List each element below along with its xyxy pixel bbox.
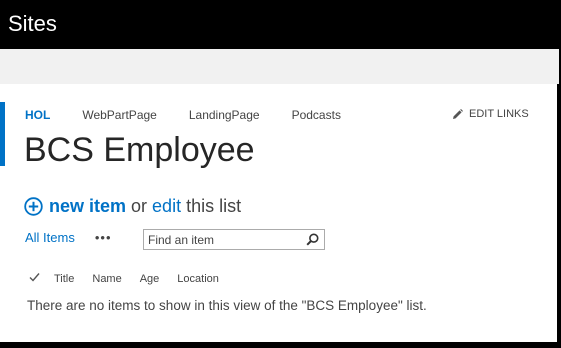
more-options-button[interactable]: ••• xyxy=(95,230,112,245)
accent-bar xyxy=(0,102,5,166)
select-all-checkmark-icon[interactable] xyxy=(29,272,40,285)
nav-item-hol[interactable]: HOL xyxy=(25,108,50,122)
column-header-title[interactable]: Title xyxy=(54,273,74,285)
page-title: BCS Employee xyxy=(24,131,255,169)
view-bar: All Items ••• xyxy=(25,230,112,245)
new-item-bar: new item or edit this list xyxy=(24,196,241,217)
plus-circle-icon[interactable] xyxy=(24,197,43,216)
pencil-icon xyxy=(453,108,463,119)
nav-item-landingpage[interactable]: LandingPage xyxy=(189,108,260,122)
search-input[interactable] xyxy=(144,230,300,249)
edit-links-label: EDIT LINKS xyxy=(469,108,529,120)
search-icon[interactable] xyxy=(306,233,319,251)
new-item-link[interactable]: new item xyxy=(49,196,126,217)
column-header-age[interactable]: Age xyxy=(140,273,160,285)
edit-links-button[interactable]: EDIT LINKS xyxy=(452,108,529,120)
window: Sites HOL WebPartPage LandingPage Podcas… xyxy=(0,0,561,348)
or-text: or xyxy=(131,196,148,216)
suite-bar: Sites xyxy=(0,0,561,49)
nav-item-webpartpage[interactable]: WebPartPage xyxy=(82,108,157,122)
view-all-items[interactable]: All Items xyxy=(25,230,75,245)
column-header-name[interactable]: Name xyxy=(92,273,121,285)
edit-list-link[interactable]: edit xyxy=(152,196,181,217)
top-nav: HOL WebPartPage LandingPage Podcasts xyxy=(25,108,373,122)
column-header-location[interactable]: Location xyxy=(177,273,219,285)
search-box xyxy=(143,229,325,250)
nav-item-podcasts[interactable]: Podcasts xyxy=(292,108,341,122)
page-content: HOL WebPartPage LandingPage Podcasts EDI… xyxy=(0,84,557,342)
suite-bar-title[interactable]: Sites xyxy=(8,10,57,38)
empty-list-message: There are no items to show in this view … xyxy=(27,298,427,313)
column-headers: Title Name Age Location xyxy=(29,272,237,285)
ribbon-bar xyxy=(0,49,559,84)
this-list-text: this list xyxy=(186,196,242,216)
